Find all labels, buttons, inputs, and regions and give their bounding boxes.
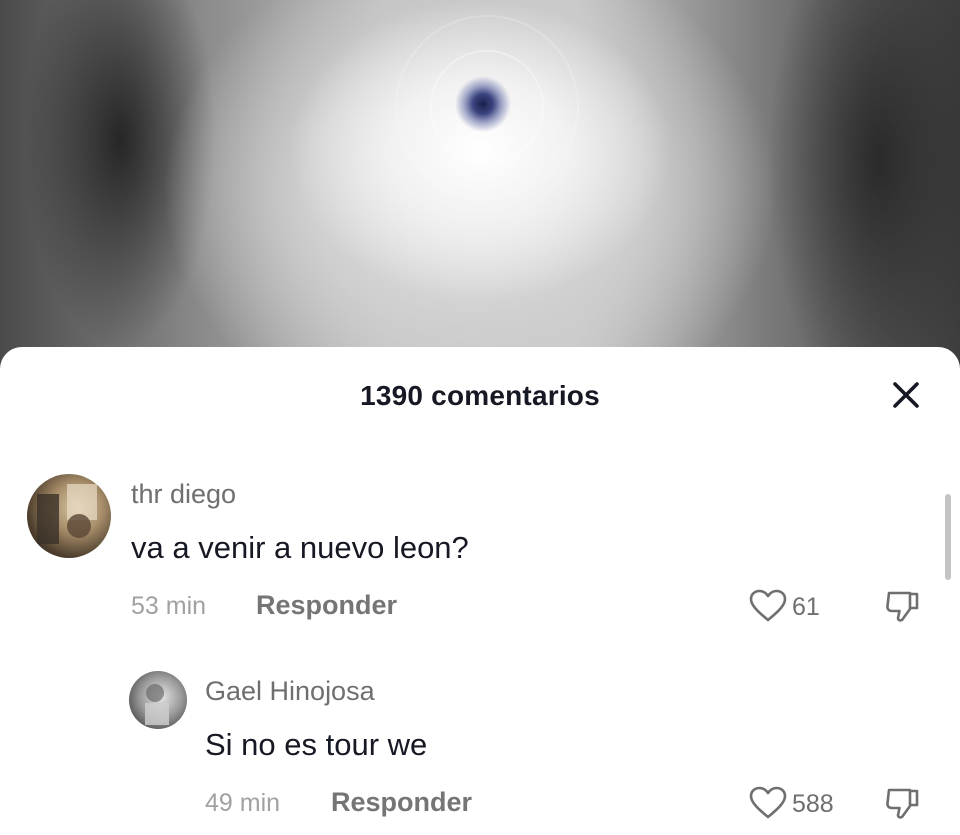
avatar-photo: [145, 684, 169, 725]
hurricane-swirl: [395, 15, 579, 199]
thumbs-down-icon: [886, 788, 919, 819]
dislike-button[interactable]: [884, 784, 922, 822]
reply-button[interactable]: Responder: [331, 787, 472, 818]
video-background-image[interactable]: [0, 0, 960, 400]
like-count: 588: [792, 790, 834, 818]
comments-sheet: 1390 comentarios thr diego va a venir a …: [0, 347, 960, 835]
comment-username[interactable]: Gael Hinojosa: [205, 676, 375, 707]
comment-timestamp: 49 min: [205, 789, 281, 817]
comment-reply-item: Gael Hinojosa Si no es tour we 49 min Re…: [0, 347, 960, 835]
like-button[interactable]: [749, 786, 787, 820]
comment-text: Si no es tour we: [205, 727, 428, 762]
avatar[interactable]: [129, 671, 187, 729]
screen: 1390 comentarios thr diego va a venir a …: [0, 0, 960, 835]
heart-outline-icon: [749, 786, 787, 819]
